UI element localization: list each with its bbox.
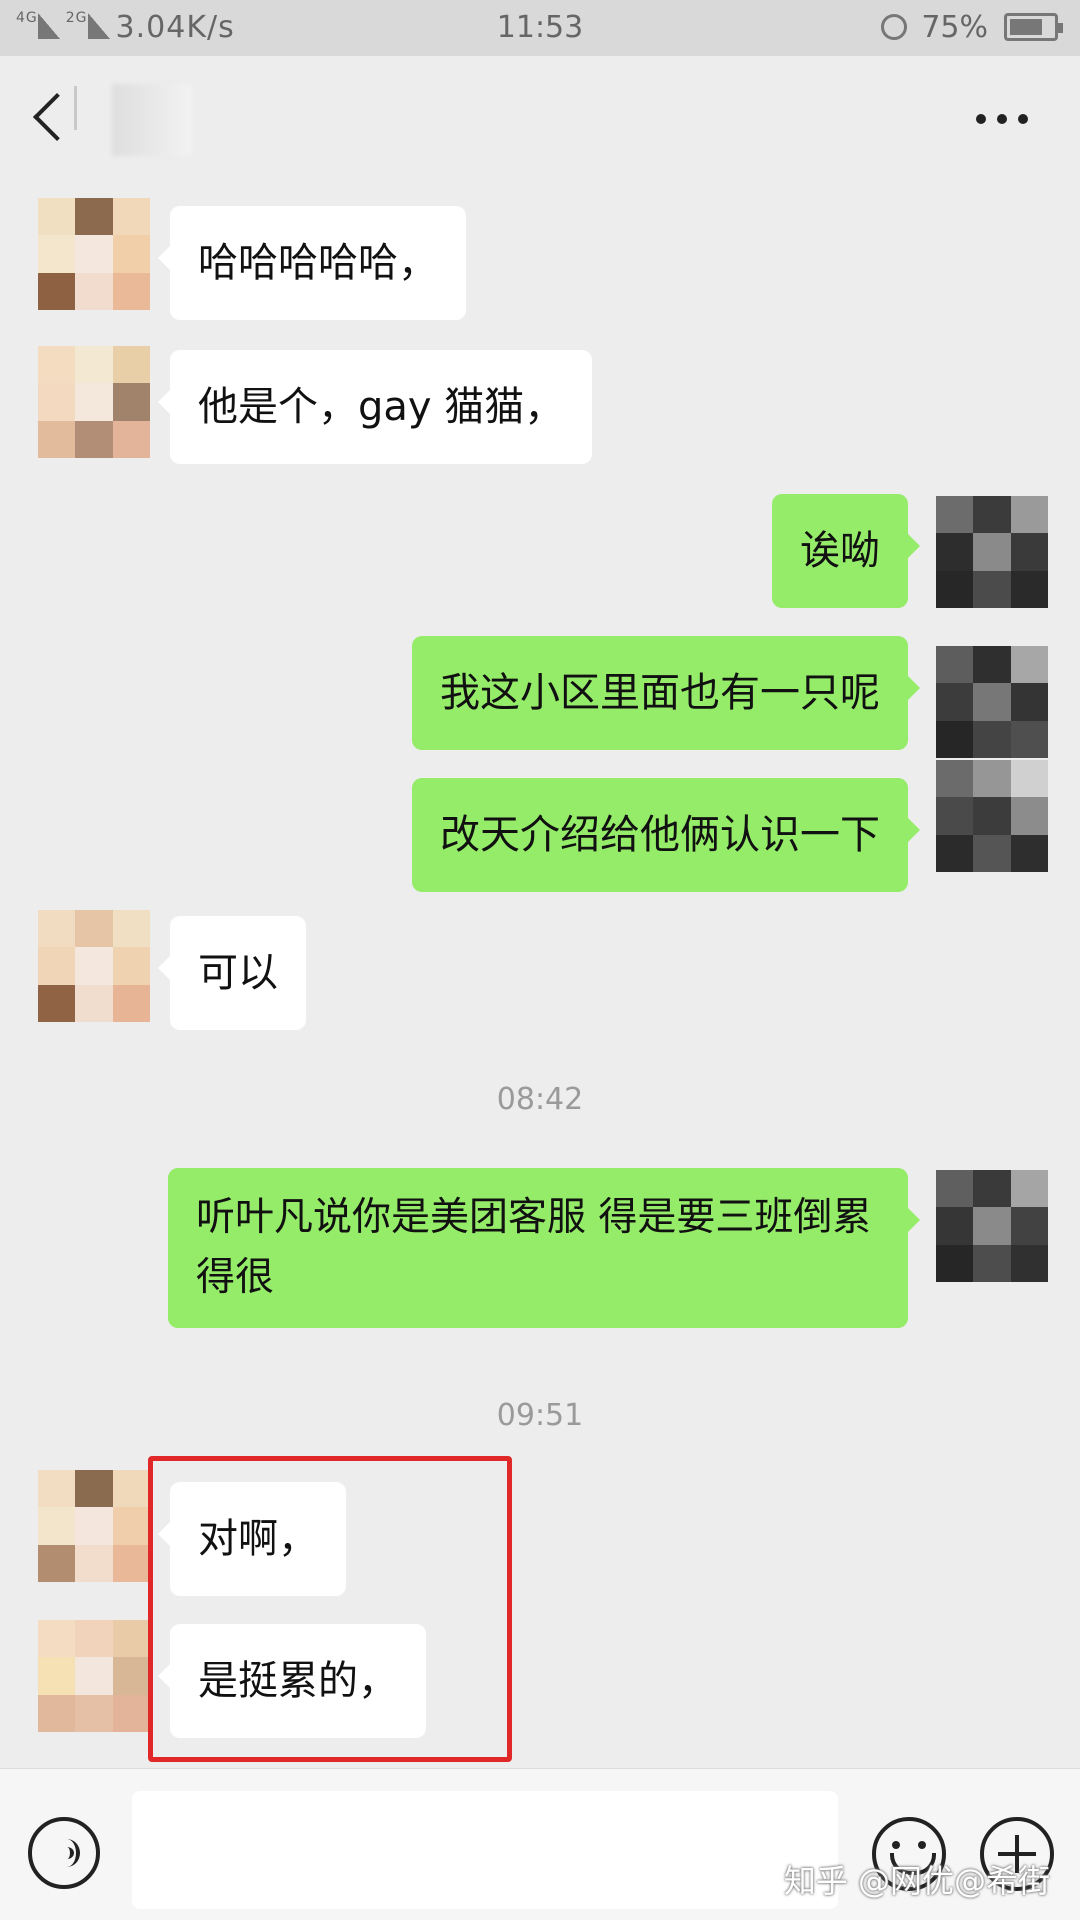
battery-fill [1010,19,1042,35]
status-right: 75% [881,10,1063,45]
message-bubble-outgoing[interactable]: 改天介绍给他俩认识一下 [412,778,920,892]
message-bubble-incoming[interactable]: 他是个，gay 猫猫， [157,350,593,464]
alarm-icon [881,14,908,40]
chat-title [112,84,192,156]
battery-icon [1004,13,1063,41]
timestamp: 09:51 [496,1398,584,1433]
voice-input-icon[interactable] [28,1817,100,1889]
contact-avatar[interactable] [38,910,150,1022]
highlight-annotation [148,1456,512,1762]
my-avatar[interactable] [936,496,1048,608]
message-bubble-incoming[interactable]: 哈哈哈哈哈， [158,206,466,320]
message-bubble-outgoing[interactable]: 我这小区里面也有一只呢 [412,636,920,750]
contact-avatar[interactable] [38,346,150,458]
message-bubble-incoming[interactable]: 可以 [158,916,306,1030]
my-avatar[interactable] [936,1170,1048,1282]
contact-avatar[interactable] [38,1470,150,1582]
message-bubble-outgoing[interactable]: 诶呦 [772,494,920,608]
contact-avatar[interactable] [38,198,150,310]
watermark: 知乎 @网优@希街 [783,1862,1050,1900]
contact-avatar[interactable] [38,1620,150,1732]
my-avatar[interactable] [936,760,1048,872]
chat-header [0,56,1080,184]
my-avatar[interactable] [936,646,1048,758]
timestamp: 08:42 [496,1082,584,1117]
header-divider [74,86,77,130]
message-input[interactable] [132,1791,838,1909]
message-bubble-outgoing[interactable]: 听叶凡说你是美团客服 得是要三班倒累得很 [168,1168,920,1328]
battery-percent: 75% [921,10,988,45]
more-options-icon[interactable] [976,114,1028,126]
status-bar: 4G 2G 3.04K/s 11:53 75% [0,0,1080,56]
